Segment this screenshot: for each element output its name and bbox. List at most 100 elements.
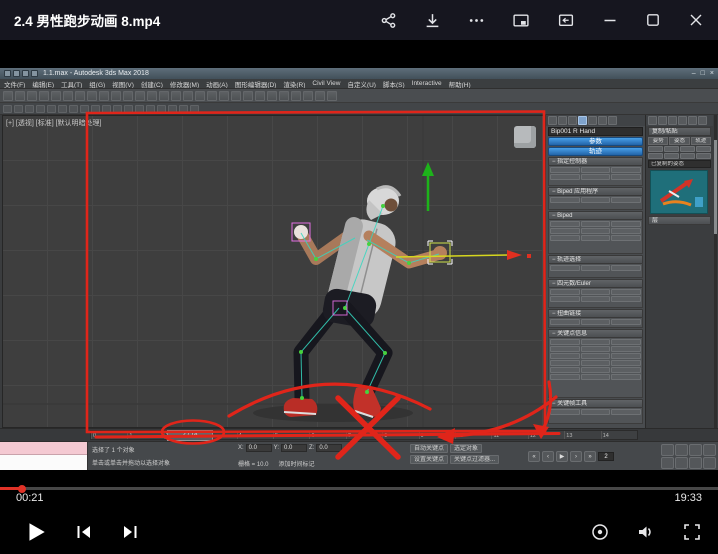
maximize-button[interactable] bbox=[645, 12, 661, 28]
panel-control[interactable] bbox=[550, 374, 580, 380]
command-panel-tab-icon[interactable] bbox=[598, 116, 607, 125]
rollout-header[interactable]: − Biped 应用程序 bbox=[548, 187, 643, 196]
toolbar-icon[interactable] bbox=[99, 91, 109, 101]
menu-item[interactable]: 修改器(M) bbox=[170, 79, 199, 89]
panel-control[interactable] bbox=[611, 174, 641, 180]
download-icon[interactable] bbox=[424, 12, 441, 29]
timeline-tick[interactable]: 6 bbox=[309, 431, 345, 439]
menu-item[interactable]: 视图(V) bbox=[112, 79, 134, 89]
settings-icon[interactable] bbox=[590, 522, 610, 542]
toolbar-icon[interactable] bbox=[27, 91, 37, 101]
panel-control[interactable] bbox=[611, 346, 641, 352]
viewport-nav-icon[interactable] bbox=[689, 457, 702, 469]
timeline-tick[interactable]: 7 bbox=[346, 431, 382, 439]
panel-control[interactable] bbox=[611, 197, 641, 203]
playback-button[interactable]: ▶ bbox=[556, 451, 568, 462]
viewport-nav-icon[interactable] bbox=[703, 444, 716, 456]
panel-icon[interactable] bbox=[688, 116, 697, 125]
panel-control[interactable] bbox=[648, 153, 663, 159]
panel-control[interactable] bbox=[581, 353, 611, 359]
playback-button[interactable]: « bbox=[528, 451, 540, 462]
toolbar-icon[interactable] bbox=[113, 105, 122, 113]
panel-control[interactable] bbox=[550, 265, 580, 271]
viewport-nav-icon[interactable] bbox=[661, 457, 674, 469]
panel-control[interactable] bbox=[581, 296, 611, 302]
more-options-icon[interactable] bbox=[468, 12, 485, 29]
toolbar-icon[interactable] bbox=[303, 91, 313, 101]
toolbar-icon[interactable] bbox=[327, 91, 337, 101]
rollout-header[interactable]: − 轨迹选择 bbox=[548, 255, 643, 264]
rollout-header[interactable]: − 关键帧工具 bbox=[548, 399, 643, 408]
panel-control[interactable] bbox=[611, 167, 641, 173]
copied-poses-dropdown[interactable]: 已复制的姿态 bbox=[648, 160, 711, 168]
play-button[interactable] bbox=[24, 520, 48, 544]
viewport-nav-icon[interactable] bbox=[661, 444, 674, 456]
menu-item[interactable]: 工具(T) bbox=[61, 79, 82, 89]
toolbar-icon[interactable] bbox=[179, 105, 188, 113]
perspective-viewport[interactable]: [+] [透视] [标准] [默认明暗处理] bbox=[2, 115, 545, 428]
panel-control[interactable] bbox=[611, 228, 641, 234]
panel-control[interactable] bbox=[581, 167, 611, 173]
command-panel-tab-icon[interactable] bbox=[568, 116, 577, 125]
toolbar-icon[interactable] bbox=[171, 91, 181, 101]
panel-control[interactable] bbox=[550, 353, 580, 359]
toolbar-icon[interactable] bbox=[157, 105, 166, 113]
panel-control[interactable] bbox=[611, 319, 641, 325]
panel-control[interactable] bbox=[581, 289, 611, 295]
open-file-icon[interactable] bbox=[13, 70, 20, 77]
toolbar-icon[interactable] bbox=[69, 105, 78, 113]
max-close-button[interactable]: × bbox=[710, 68, 714, 79]
menu-item[interactable]: 组(G) bbox=[89, 79, 105, 89]
rollout-header[interactable]: − Biped bbox=[548, 211, 643, 220]
panel-control[interactable] bbox=[611, 374, 641, 380]
panel-control[interactable] bbox=[581, 374, 611, 380]
toolbar-icon[interactable] bbox=[123, 91, 133, 101]
toolbar-icon[interactable] bbox=[15, 91, 25, 101]
panel-control[interactable] bbox=[550, 174, 580, 180]
set-key-button[interactable]: 设置关键点 bbox=[410, 455, 448, 464]
menu-item[interactable]: 帮助(H) bbox=[449, 79, 471, 89]
motion-panel-button[interactable]: 轨迹 bbox=[548, 147, 643, 156]
panel-icon[interactable] bbox=[648, 116, 657, 125]
toolbar-icon[interactable] bbox=[75, 91, 85, 101]
command-panel-tab-icon[interactable] bbox=[578, 116, 587, 125]
panel-icon[interactable] bbox=[678, 116, 687, 125]
toolbar-icon[interactable] bbox=[3, 105, 12, 113]
coord-field[interactable]: 0.0 bbox=[246, 444, 272, 452]
max-logo-icon[interactable] bbox=[4, 70, 11, 77]
panel-icon[interactable] bbox=[658, 116, 667, 125]
share-icon[interactable] bbox=[380, 12, 397, 29]
viewport-nav-icon[interactable] bbox=[675, 457, 688, 469]
toolbar-icon[interactable] bbox=[3, 91, 13, 101]
toolbar-icon[interactable] bbox=[147, 91, 157, 101]
listener-macro-row[interactable] bbox=[0, 442, 87, 455]
toolbar-icon[interactable] bbox=[183, 91, 193, 101]
maxscript-mini-listener[interactable] bbox=[0, 442, 88, 470]
motion-panel-button[interactable]: 参数 bbox=[548, 137, 643, 146]
command-panel-tab-icon[interactable] bbox=[558, 116, 567, 125]
panel-control[interactable] bbox=[581, 409, 611, 415]
time-tag-button[interactable]: 添加时间标记 bbox=[279, 459, 315, 468]
toolbar-icon[interactable] bbox=[80, 105, 89, 113]
toolbar-icon[interactable] bbox=[207, 91, 217, 101]
timeline-tick[interactable]: 4 bbox=[237, 431, 273, 439]
command-panel-tab-icon[interactable] bbox=[588, 116, 597, 125]
panel-control[interactable] bbox=[581, 339, 611, 345]
timeline-tick[interactable]: 9 bbox=[419, 431, 455, 439]
timeline-tick[interactable]: 10 bbox=[455, 431, 491, 439]
panel-icon[interactable] bbox=[668, 116, 677, 125]
toolbar-icon[interactable] bbox=[124, 105, 133, 113]
fullscreen-icon[interactable] bbox=[682, 522, 702, 542]
panel-control[interactable] bbox=[648, 146, 663, 152]
panel-control[interactable] bbox=[696, 146, 711, 152]
panel-control[interactable] bbox=[550, 197, 580, 203]
viewport-nav-icon[interactable] bbox=[675, 444, 688, 456]
timeline-tick[interactable]: 1 bbox=[127, 431, 163, 439]
toolbar-icon[interactable] bbox=[315, 91, 325, 101]
panel-control[interactable] bbox=[581, 235, 611, 241]
panel-control[interactable] bbox=[581, 346, 611, 352]
toolbar-icon[interactable] bbox=[36, 105, 45, 113]
panel-control[interactable] bbox=[550, 296, 580, 302]
command-panel-tab-icon[interactable] bbox=[608, 116, 617, 125]
undo-icon[interactable] bbox=[31, 70, 38, 77]
